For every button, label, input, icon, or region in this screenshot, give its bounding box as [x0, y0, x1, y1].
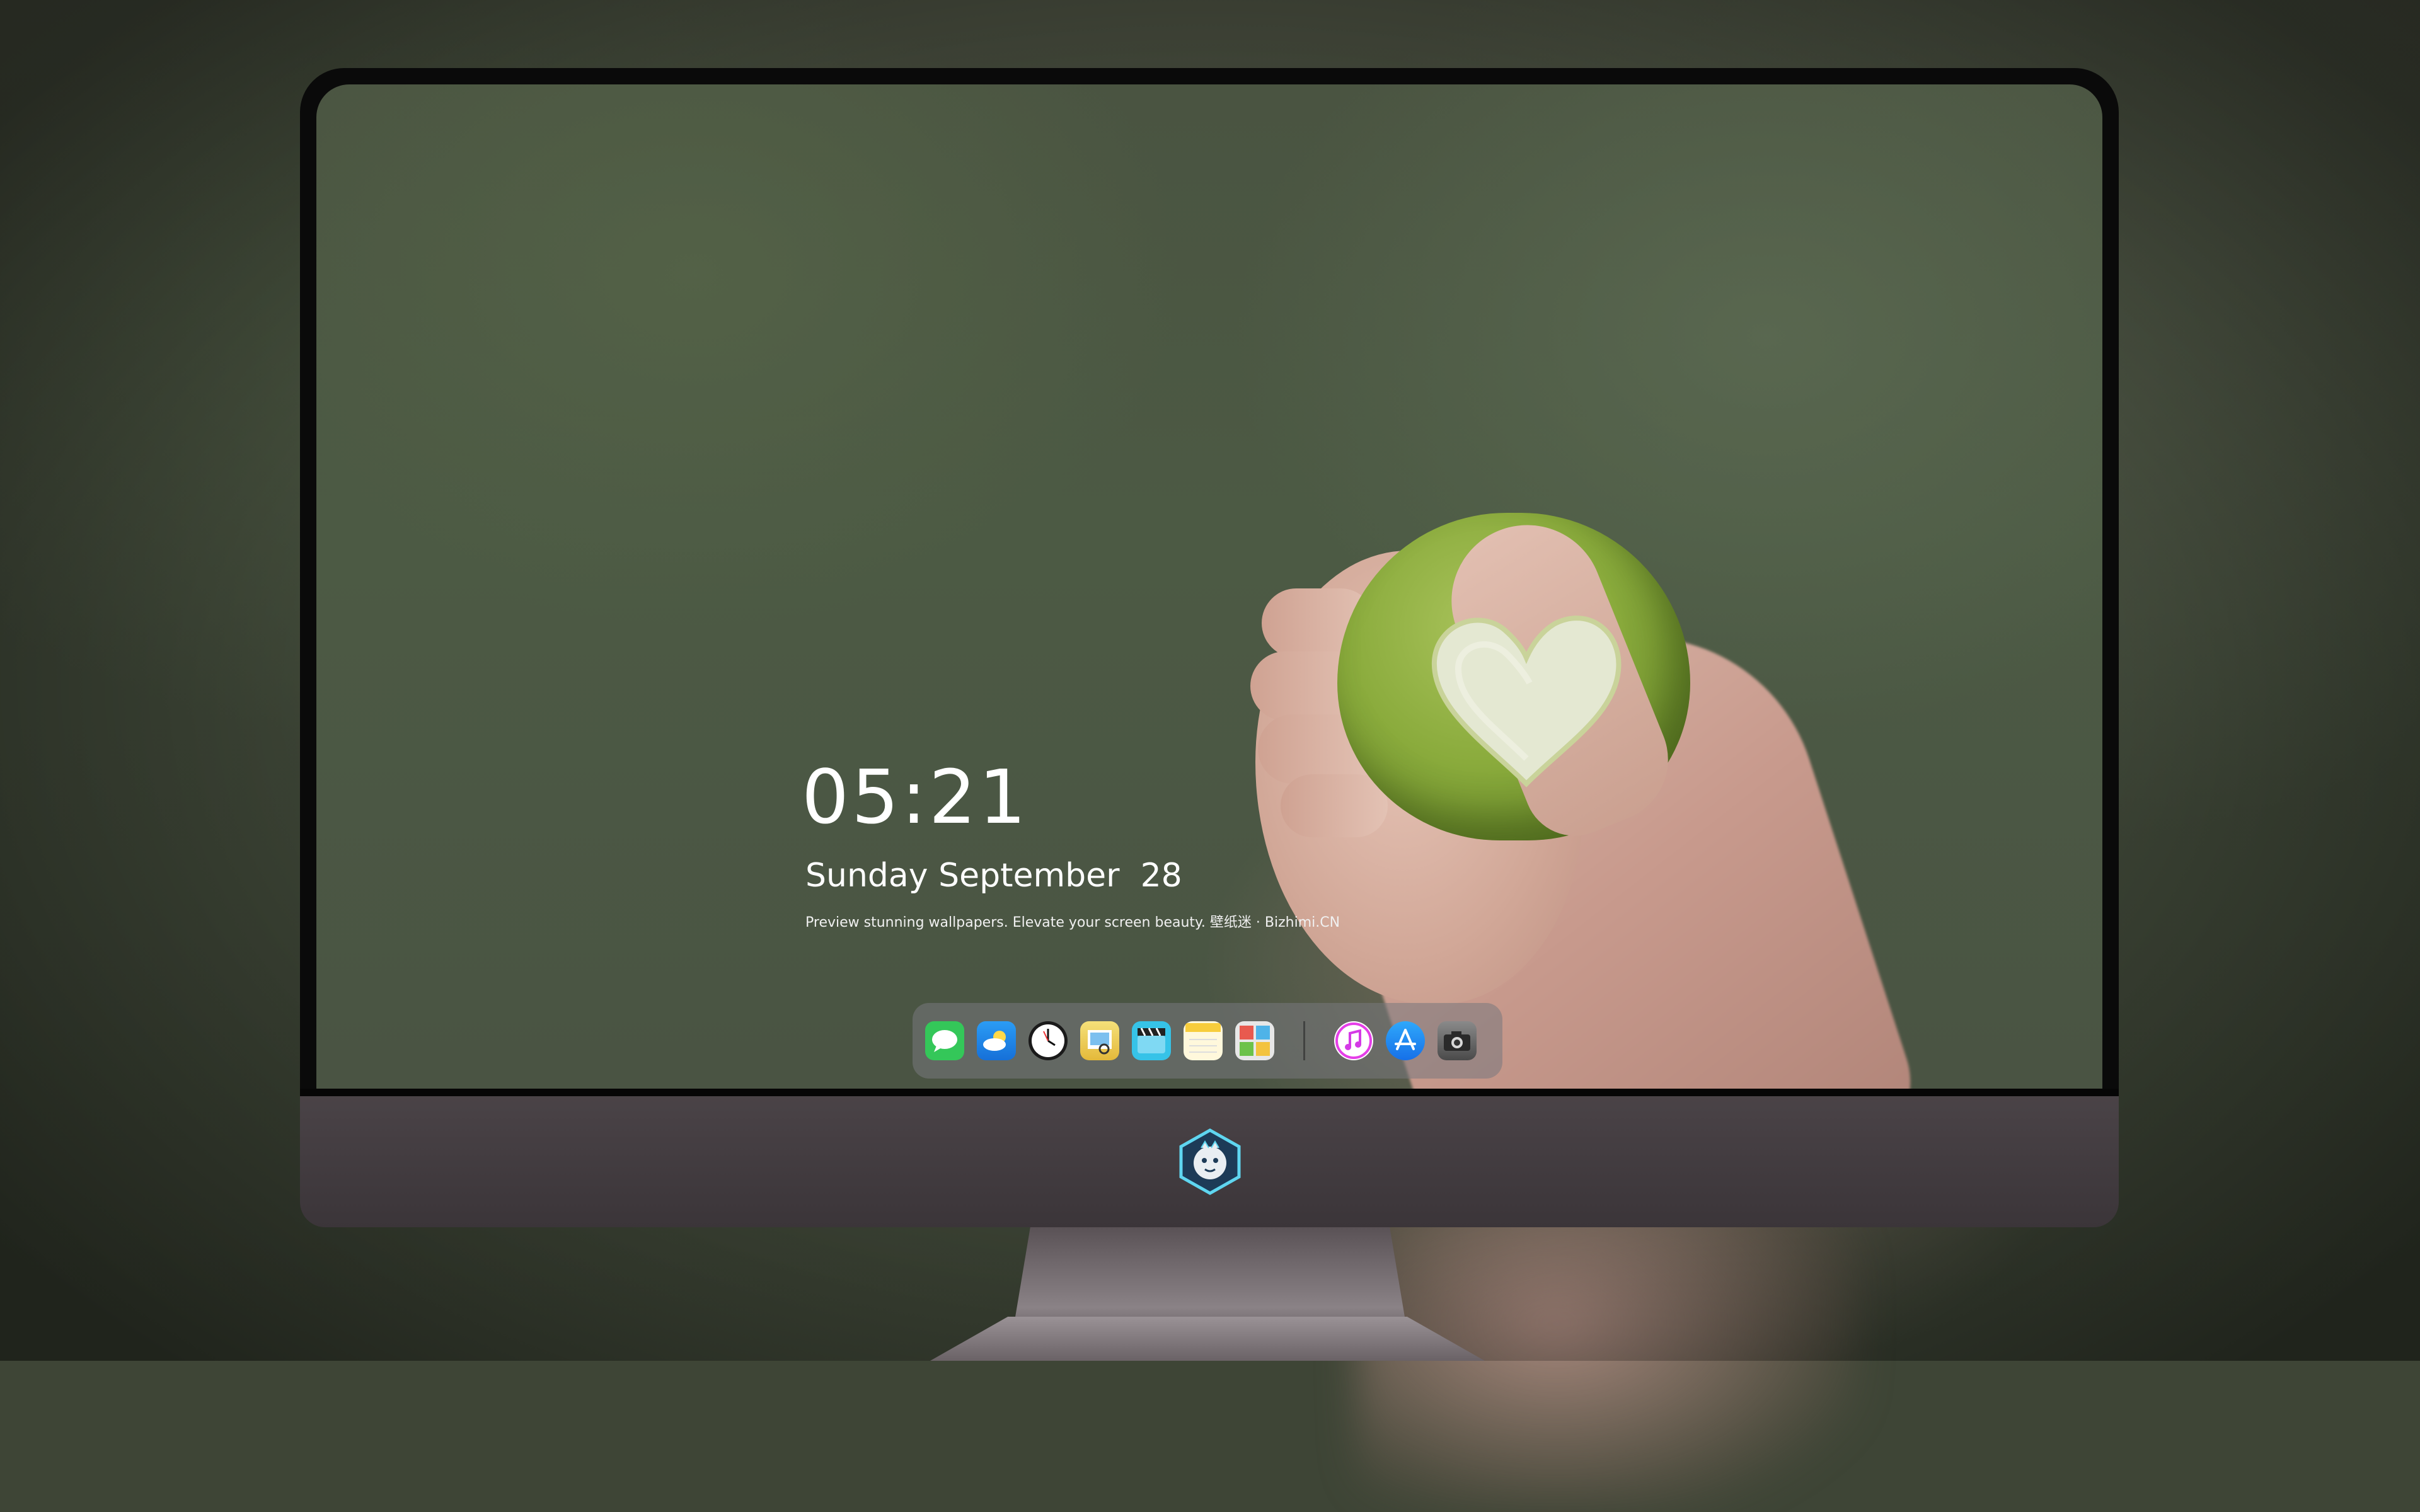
clock-icon[interactable] [1028, 1021, 1068, 1060]
lock-date: Sunday September 28 [805, 857, 1182, 895]
lock-tagline: Preview stunning wallpapers. Elevate you… [805, 915, 1340, 931]
lock-clock: 05:21 [802, 753, 1029, 840]
messages-icon[interactable] [925, 1021, 964, 1060]
clips-icon[interactable] [1132, 1021, 1171, 1060]
screen: 05:21 Sunday September 28 Preview stunni… [316, 84, 2102, 1089]
monitor-stand-base [930, 1317, 1485, 1361]
notes-icon[interactable] [1184, 1021, 1223, 1060]
wallpaper-finger [1281, 774, 1388, 837]
photo-booth-icon[interactable] [1235, 1021, 1274, 1060]
camera-icon[interactable] [1438, 1021, 1477, 1060]
preview-icon[interactable] [1080, 1021, 1119, 1060]
weather-icon[interactable] [977, 1021, 1016, 1060]
mascot-logo-icon [1179, 1128, 1241, 1195]
dock-separator [1303, 1021, 1305, 1060]
app-store-icon[interactable] [1386, 1021, 1425, 1060]
dock [913, 1003, 1502, 1079]
heart-bite [1431, 616, 1622, 788]
itunes-icon[interactable] [1334, 1021, 1373, 1060]
